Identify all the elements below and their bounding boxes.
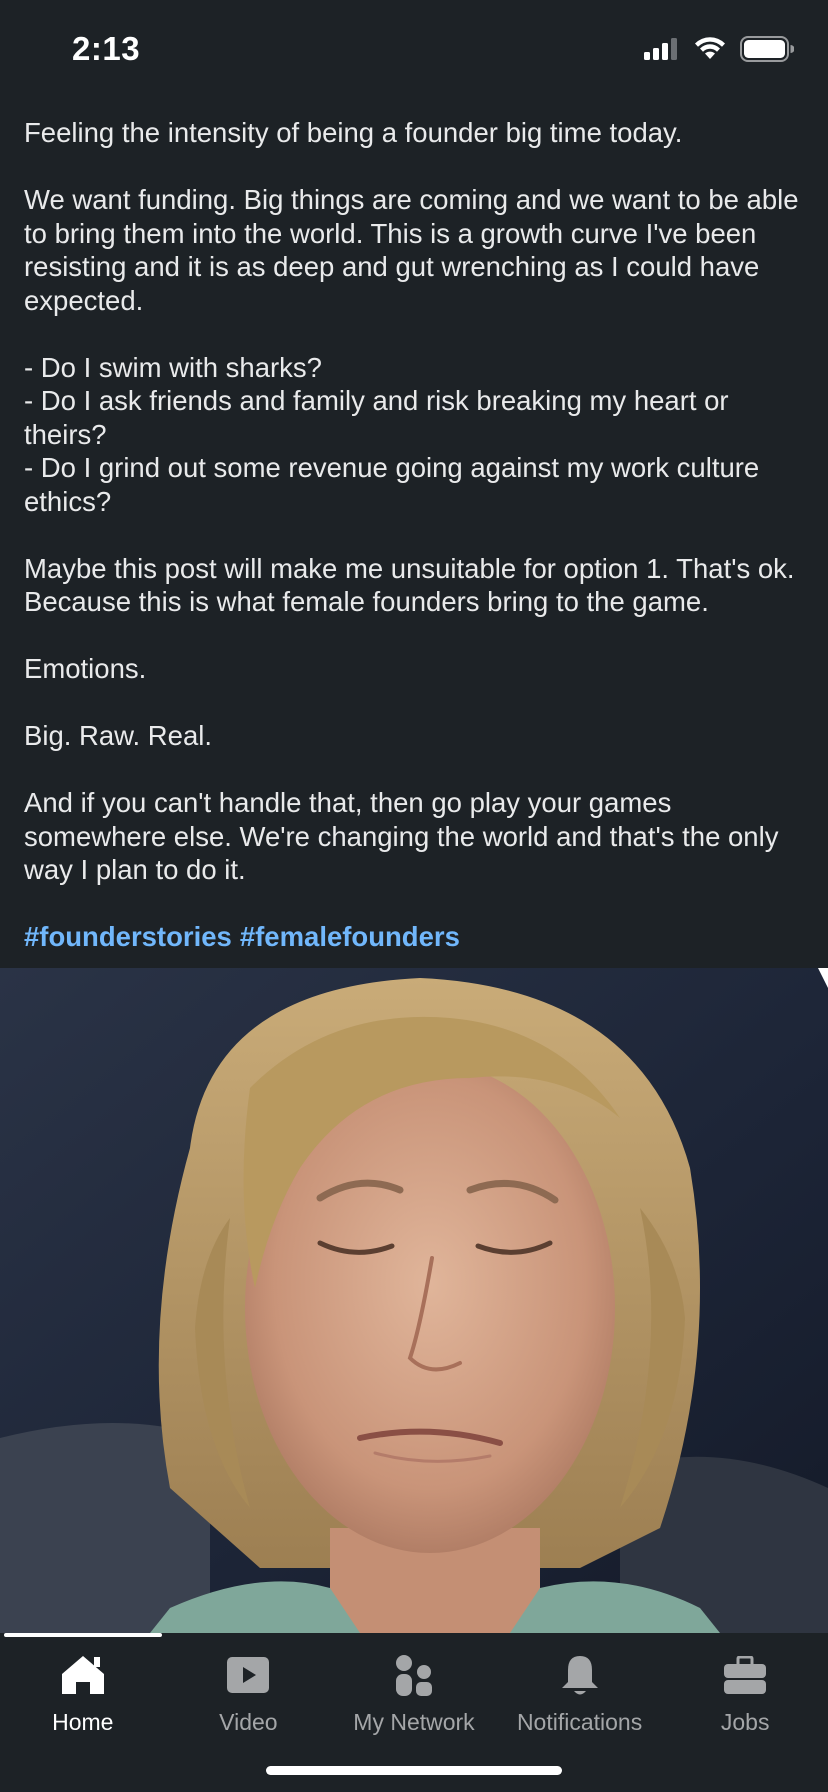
post-paragraph: Big. Raw. Real. xyxy=(24,720,213,751)
nav-label-video: Video xyxy=(219,1709,278,1735)
post-image[interactable] xyxy=(0,968,828,1633)
status-bar: 2:13 xyxy=(0,0,828,100)
post-paragraph: Maybe this post will make me unsuitable … xyxy=(24,552,795,618)
nav-label-home: Home xyxy=(52,1709,114,1735)
status-icons xyxy=(644,36,795,67)
nav-label-notifications: Notifications xyxy=(516,1709,643,1735)
nav-item-video[interactable]: Video xyxy=(166,1643,332,1736)
wifi-icon xyxy=(694,37,726,66)
post-body: Feeling the intensity of being a founder… xyxy=(24,116,814,954)
home-indicator[interactable] xyxy=(266,1766,562,1775)
home-icon xyxy=(60,1645,106,1705)
post-paragraph: And if you can't handle that, then go pl… xyxy=(24,787,779,885)
nav-item-notifications[interactable]: Notifications xyxy=(497,1643,663,1736)
nav-item-jobs[interactable]: Jobs xyxy=(662,1643,828,1736)
nav-item-my-network[interactable]: My Network xyxy=(331,1643,497,1736)
post-paragraph: Feeling the intensity of being a founder… xyxy=(24,117,683,148)
post-paragraph: Emotions. xyxy=(24,653,147,684)
nav-label-jobs: Jobs xyxy=(720,1709,770,1735)
hashtags: #founderstories #femalefounders xyxy=(24,920,814,954)
bell-icon xyxy=(560,1645,600,1705)
hashtag-link[interactable]: #founderstories xyxy=(24,921,232,952)
nav-item-home[interactable]: Home xyxy=(0,1643,166,1736)
hashtag-link[interactable]: #femalefounders xyxy=(240,921,460,952)
post-paragraph: We want funding. Big things are coming a… xyxy=(24,184,799,316)
status-time: 2:13 xyxy=(72,30,141,67)
cellular-signal-icon xyxy=(644,38,680,65)
my-network-icon xyxy=(394,1645,434,1705)
nav-label-my-network: My Network xyxy=(353,1709,475,1735)
battery-icon xyxy=(740,36,795,67)
briefcase-icon xyxy=(724,1645,767,1705)
post-paragraph: - Do I swim with sharks? - Do I ask frie… xyxy=(24,351,760,517)
video-icon xyxy=(227,1645,270,1705)
active-tab-indicator xyxy=(4,1633,162,1637)
